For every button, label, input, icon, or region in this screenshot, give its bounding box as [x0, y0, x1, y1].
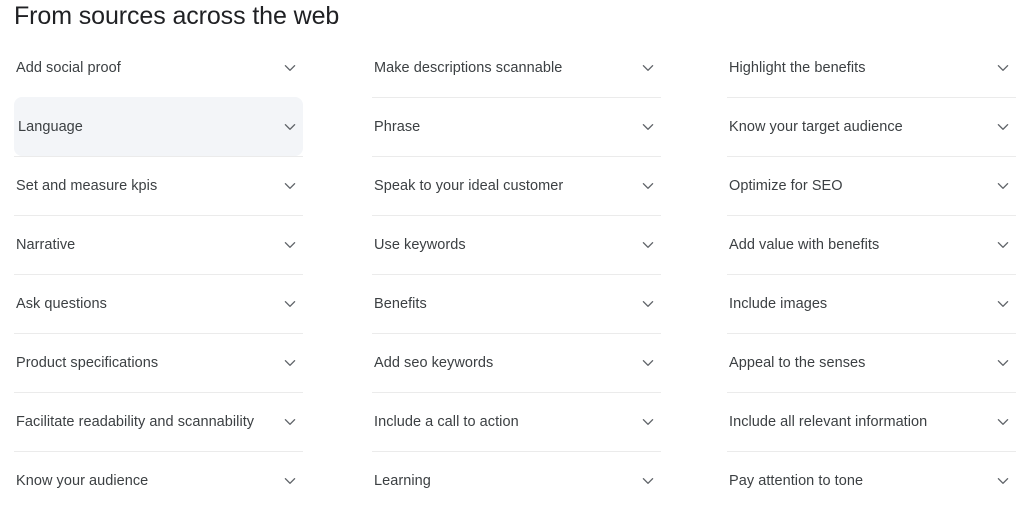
accordion-row-label: Language: [18, 119, 83, 135]
accordion-column-3: Highlight the benefits Know your target a…: [660, 38, 1024, 510]
chevron-down-icon[interactable]: [639, 118, 657, 136]
accordion-row-label: Highlight the benefits: [729, 59, 866, 76]
accordion-row-label: Appeal to the senses: [729, 355, 866, 371]
accordion-row-label: Phrase: [374, 119, 421, 135]
accordion-row[interactable]: Narrative: [14, 215, 303, 274]
accordion-row-label: Optimize for SEO: [729, 178, 843, 194]
chevron-down-icon[interactable]: [994, 472, 1012, 490]
chevron-down-icon[interactable]: [639, 413, 657, 431]
chevron-down-icon[interactable]: [281, 295, 299, 313]
accordion-row-label: Learning: [374, 473, 431, 489]
accordion-row[interactable]: Learning: [372, 451, 661, 510]
accordion-row-label: Know your target audience: [729, 119, 903, 135]
accordion-column-1: Add social proof Language Set and measure …: [0, 38, 303, 510]
accordion-column-2: Make descriptions scannable Phrase Speak t…: [303, 38, 661, 510]
accordion-row[interactable]: Appeal to the senses: [727, 333, 1016, 392]
chevron-down-icon[interactable]: [994, 295, 1012, 313]
accordion-row-label: Benefits: [374, 296, 427, 312]
chevron-down-icon[interactable]: [994, 413, 1012, 431]
chevron-down-icon[interactable]: [994, 59, 1012, 77]
accordion-row-label: Set and measure kpis: [16, 178, 158, 194]
accordion-row[interactable]: Facilitate readability and scannability: [14, 392, 303, 451]
chevron-down-icon[interactable]: [994, 118, 1012, 136]
accordion-row-label: Narrative: [16, 237, 76, 253]
chevron-down-icon[interactable]: [281, 236, 299, 254]
accordion-row[interactable]: Phrase: [372, 97, 661, 156]
accordion-row[interactable]: Add seo keywords: [372, 333, 661, 392]
accordion-row[interactable]: Add value with benefits: [727, 215, 1016, 274]
accordion-row[interactable]: Ask questions: [14, 274, 303, 333]
chevron-down-icon[interactable]: [639, 354, 657, 372]
accordion-row-label: Add social proof: [16, 59, 121, 76]
chevron-down-icon[interactable]: [994, 354, 1012, 372]
accordion-row[interactable]: Highlight the benefits: [727, 38, 1016, 97]
accordion-row[interactable]: Know your target audience: [727, 97, 1016, 156]
accordion-row-label: Facilitate readability and scannability: [16, 414, 255, 430]
accordion-row-label: Add value with benefits: [729, 237, 880, 253]
chevron-down-icon[interactable]: [639, 236, 657, 254]
accordion-row[interactable]: Know your audience: [14, 451, 303, 510]
accordion-row-label: Add seo keywords: [374, 355, 494, 371]
chevron-down-icon[interactable]: [639, 177, 657, 195]
chevron-down-icon[interactable]: [639, 472, 657, 490]
accordion-row[interactable]: Benefits: [372, 274, 661, 333]
chevron-down-icon[interactable]: [994, 236, 1012, 254]
accordion-row[interactable]: Add social proof: [14, 38, 303, 97]
accordion-row[interactable]: Include images: [727, 274, 1016, 333]
accordion-row[interactable]: Set and measure kpis: [14, 156, 303, 215]
accordion-row-label: Speak to your ideal customer: [374, 178, 564, 194]
accordion-row[interactable]: Product specifications: [14, 333, 303, 392]
accordion-row[interactable]: Use keywords: [372, 215, 661, 274]
chevron-down-icon[interactable]: [281, 177, 299, 195]
chevron-down-icon[interactable]: [639, 295, 657, 313]
accordion-row[interactable]: Include all relevant information: [727, 392, 1016, 451]
accordion-row-label: Make descriptions scannable: [374, 59, 563, 76]
accordion-row-label: Include a call to action: [374, 414, 519, 430]
accordion-row[interactable]: Language: [14, 97, 303, 156]
chevron-down-icon[interactable]: [281, 59, 299, 77]
accordion-row[interactable]: Make descriptions scannable: [372, 38, 661, 97]
accordion-row-label: Know your audience: [16, 473, 149, 489]
accordion-row-label: Include all relevant information: [729, 414, 928, 430]
chevron-down-icon[interactable]: [281, 118, 299, 136]
chevron-down-icon[interactable]: [639, 59, 657, 77]
accordion-row[interactable]: Speak to your ideal customer: [372, 156, 661, 215]
accordion-row-label: Product specifications: [16, 355, 159, 371]
page-title: From sources across the web: [14, 2, 340, 30]
accordion-row-label: Use keywords: [374, 237, 466, 253]
accordion-row-label: Ask questions: [16, 296, 107, 312]
accordion-columns: Add social proof Language Set and measure …: [0, 38, 1024, 510]
accordion-row-label: Pay attention to tone: [729, 473, 864, 489]
chevron-down-icon[interactable]: [281, 413, 299, 431]
accordion-row-label: Include images: [729, 296, 828, 312]
accordion-row[interactable]: Optimize for SEO: [727, 156, 1016, 215]
related-topics-panel: From sources across the web Add social p…: [0, 0, 1024, 510]
chevron-down-icon[interactable]: [994, 177, 1012, 195]
chevron-down-icon[interactable]: [281, 472, 299, 490]
accordion-row[interactable]: Pay attention to tone: [727, 451, 1016, 510]
accordion-row[interactable]: Include a call to action: [372, 392, 661, 451]
chevron-down-icon[interactable]: [281, 354, 299, 372]
